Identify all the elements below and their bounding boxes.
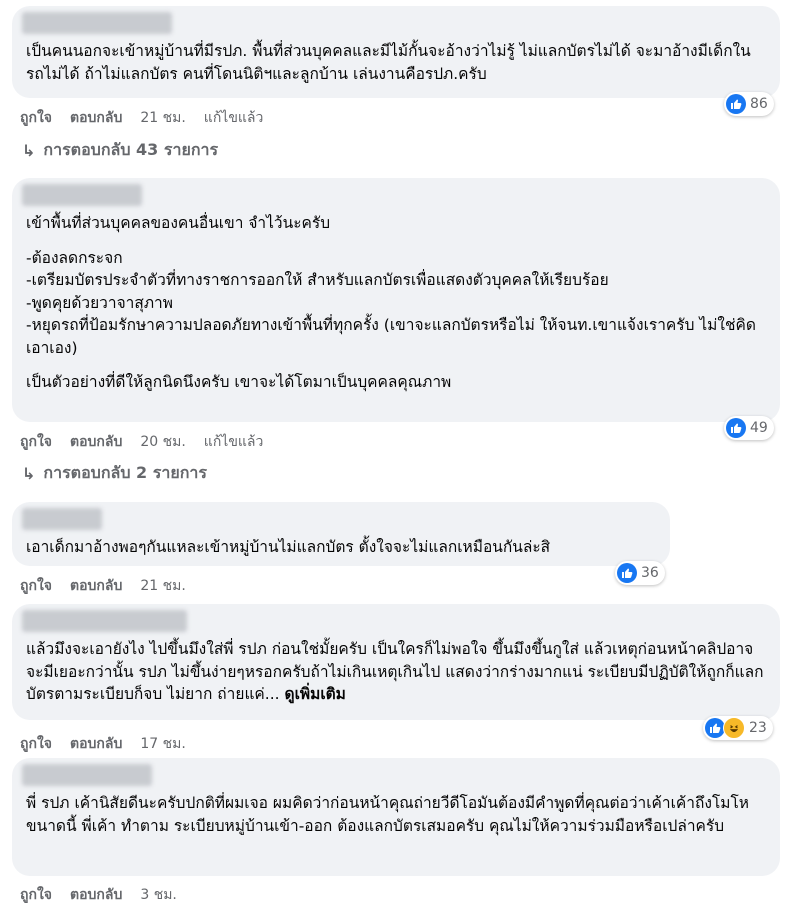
author-name-blurred[interactable] [22,764,152,786]
timestamp[interactable]: 3 ชม. [140,884,177,906]
replies-label: การตอบกลับ 43 รายการ [43,140,219,159]
reaction-count[interactable]: 36 [615,561,665,585]
comment-actions: ถูกใจ ตอบกลับ 21 ชม. แก้ไขแล้ว [20,107,263,129]
view-replies-link[interactable]: ↳ การตอบกลับ 43 รายการ [22,138,218,163]
comment-text: เป็นคนนอกจะเข้าหมู่บ้านที่มีรปภ. พื้นที่… [26,42,751,83]
reply-arrow-icon: ↳ [22,141,36,160]
comment-bubble: เป็นคนนอกจะเข้าหมู่บ้านที่มีรปภ. พื้นที่… [12,6,780,98]
comment-bubble: แล้วมึงจะเอายังไง ไปขึ้นมึงใส่พี่ รปภ ก่… [12,604,780,720]
comment-actions: ถูกใจ ตอบกลับ 21 ชม. [20,575,186,597]
reaction-count[interactable]: 86 [724,92,774,116]
like-button[interactable]: ถูกใจ [20,575,52,597]
author-name-blurred[interactable] [22,184,142,206]
comment-actions: ถูกใจ ตอบกลับ 20 ชม. แก้ไขแล้ว [20,431,263,453]
edited-label: แก้ไขแล้ว [203,434,264,450]
reaction-count[interactable]: 49 [724,416,774,440]
timestamp[interactable]: 17 ชม. [140,733,185,755]
see-more-link[interactable]: ดูเพิ่มเติม [285,685,346,703]
like-button[interactable]: ถูกใจ [20,733,52,755]
reply-button[interactable]: ตอบกลับ [70,884,122,906]
author-name-blurred[interactable] [22,12,172,34]
reply-button[interactable]: ตอบกลับ [70,107,122,129]
reaction-number: 49 [750,420,768,436]
like-button[interactable]: ถูกใจ [20,431,52,453]
like-button[interactable]: ถูกใจ [20,107,52,129]
comment-text: เข้าพื้นที่ส่วนบุคคลของคนอื่นเขา จำไว้นะ… [26,214,756,391]
reaction-count[interactable]: 23 [703,716,773,740]
edited-label: แก้ไขแล้ว [203,110,264,126]
like-button[interactable]: ถูกใจ [20,884,52,906]
comment-bubble: เอาเด็กมาอ้างพอๆกันแหละเข้าหมู่บ้านไม่แล… [12,502,670,566]
comment-bubble: พี่ รปภ เค้านิสัยดีนะครับปกติที่ผมเจอ ผม… [12,758,780,876]
like-reaction-icon [726,94,746,114]
view-replies-link[interactable]: ↳ การตอบกลับ 2 รายการ [22,461,207,486]
reply-button[interactable]: ตอบกลับ [70,431,122,453]
reaction-number: 36 [641,565,659,581]
comment-bubble: เข้าพื้นที่ส่วนบุคคลของคนอื่นเขา จำไว้นะ… [12,178,780,422]
comment-text: เอาเด็กมาอ้างพอๆกันแหละเข้าหมู่บ้านไม่แล… [26,538,551,556]
reaction-number: 86 [750,96,768,112]
timestamp[interactable]: 21 ชม. [140,575,185,597]
replies-label: การตอบกลับ 2 รายการ [43,463,207,482]
haha-reaction-icon [723,717,745,739]
like-reaction-icon [705,718,725,738]
reaction-number: 23 [749,720,767,736]
comment-actions: ถูกใจ ตอบกลับ 17 ชม. [20,733,186,755]
like-reaction-icon [726,418,746,438]
timestamp[interactable]: 21 ชม. [140,107,185,129]
timestamp[interactable]: 20 ชม. [140,431,185,453]
reply-arrow-icon: ↳ [22,464,36,483]
author-name-blurred[interactable] [22,508,102,530]
author-name-blurred[interactable] [22,610,187,632]
comment-actions: ถูกใจ ตอบกลับ 3 ชม. [20,884,177,906]
comment-text: แล้วมึงจะเอายังไง ไปขึ้นมึงใส่พี่ รปภ ก่… [26,640,764,703]
reply-button[interactable]: ตอบกลับ [70,575,122,597]
reply-button[interactable]: ตอบกลับ [70,733,122,755]
comment-text: พี่ รปภ เค้านิสัยดีนะครับปกติที่ผมเจอ ผม… [26,794,750,835]
like-reaction-icon [617,563,637,583]
